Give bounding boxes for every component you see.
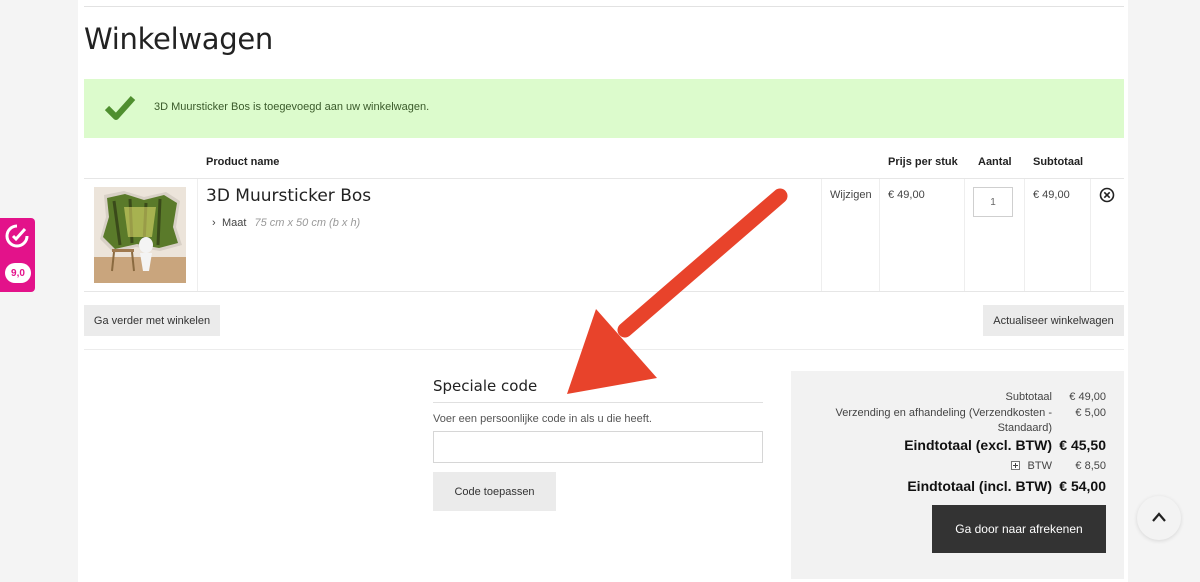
column-divider — [821, 179, 822, 291]
row-subtotal: € 49,00 — [1033, 189, 1070, 201]
header-price: Prijs per stuk — [888, 156, 958, 168]
column-divider — [1024, 179, 1025, 291]
update-cart-button[interactable]: Actualiseer winkelwagen — [983, 305, 1124, 336]
chevron-up-icon — [1152, 512, 1166, 522]
apply-code-button[interactable]: Code toepassen — [433, 472, 556, 511]
page-title: Winkelwagen — [84, 22, 273, 56]
review-score: 9,0 — [5, 263, 31, 283]
column-divider — [1090, 179, 1091, 291]
header-subtotal: Subtotaal — [1033, 156, 1084, 168]
tax-label: BTW — [1027, 460, 1052, 472]
option-label: Maat — [222, 217, 247, 229]
top-divider — [84, 6, 1124, 7]
total-excl-value: € 45,50 — [1059, 437, 1106, 453]
unit-price: € 49,00 — [888, 189, 925, 201]
table-row-divider — [84, 291, 1124, 292]
column-divider — [964, 179, 965, 291]
success-text: 3D Muursticker Bos is toegevoegd aan uw … — [154, 101, 430, 113]
expand-plus-icon[interactable] — [1011, 461, 1020, 470]
shipping-label-cont: Standaard) — [997, 422, 1052, 434]
quantity-input[interactable]: 1 — [973, 187, 1013, 217]
total-incl-label: Eindtotaal (incl. BTW) — [907, 478, 1052, 494]
header-qty: Aantal — [978, 156, 1012, 168]
product-option[interactable]: › Maat 75 cm x 50 cm (b x h) — [212, 217, 360, 229]
success-message: 3D Muursticker Bos is toegevoegd aan uw … — [84, 79, 1124, 138]
subtotal-label: Subtotaal — [1005, 391, 1052, 403]
total-incl-value: € 54,00 — [1059, 478, 1106, 494]
continue-shopping-button[interactable]: Ga verder met winkelen — [84, 305, 220, 336]
option-value: 75 cm x 50 cm (b x h) — [254, 217, 361, 229]
total-excl-label: Eindtotaal (excl. BTW) — [904, 437, 1052, 453]
scroll-to-top-button[interactable] — [1137, 496, 1181, 540]
shipping-label: Verzending en afhandeling (Verzendkosten… — [835, 407, 1053, 419]
table-header-divider — [84, 178, 1124, 179]
section-divider — [84, 349, 1124, 350]
coupon-description: Voer een persoonlijke code in als u die … — [433, 413, 652, 425]
edit-link[interactable]: Wijzigen — [830, 189, 872, 201]
column-divider — [879, 179, 880, 291]
column-divider — [197, 179, 198, 291]
checkout-button[interactable]: Ga door naar afrekenen — [932, 505, 1106, 553]
remove-icon[interactable] — [1099, 187, 1115, 203]
shipping-value: € 5,00 — [1075, 407, 1106, 419]
tax-value: € 8,50 — [1075, 460, 1106, 472]
coupon-title: Speciale code — [433, 377, 538, 395]
product-thumbnail[interactable] — [94, 187, 186, 283]
kiyoh-icon — [5, 224, 29, 248]
coupon-code-input[interactable] — [433, 431, 763, 463]
coupon-title-rule — [433, 402, 763, 403]
header-product: Product name — [206, 156, 280, 168]
checkmark-icon — [104, 95, 136, 120]
product-name[interactable]: 3D Muursticker Bos — [206, 186, 371, 206]
chevron-right-icon: › — [212, 217, 216, 229]
subtotal-value: € 49,00 — [1069, 391, 1106, 403]
